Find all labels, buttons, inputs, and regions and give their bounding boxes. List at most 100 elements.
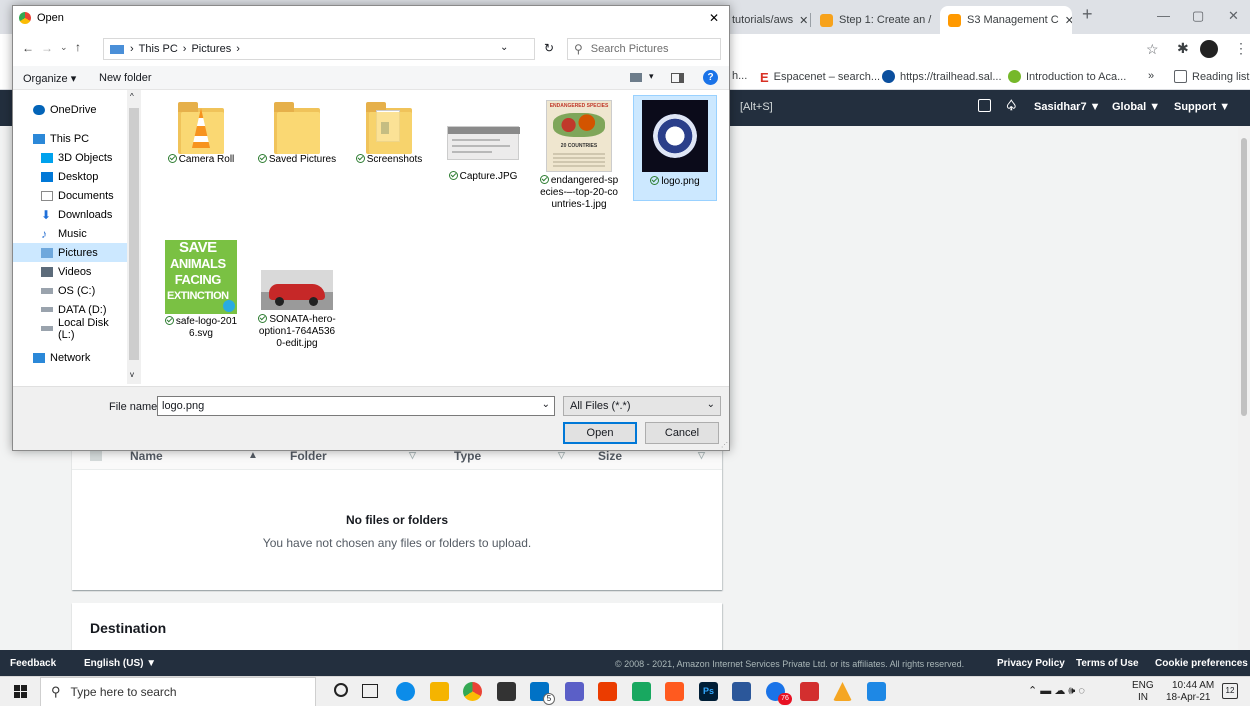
breadcrumb-this-pc[interactable]: This PC [139, 43, 178, 55]
file-item-endangered-species[interactable]: ENDANGERED SPECIES 20 COUNTRIES endanger… [537, 96, 621, 232]
scroll-down-icon[interactable]: v [130, 370, 134, 379]
menu-dots-icon[interactable]: ⋮ [1234, 40, 1248, 57]
sort-icon[interactable]: ▽ [409, 450, 416, 461]
help-icon[interactable]: ? [703, 70, 718, 85]
back-arrow-icon[interactable]: ← [22, 41, 34, 55]
nav-item-network[interactable]: Network [13, 348, 127, 367]
sort-icon[interactable]: ▽ [698, 450, 705, 461]
profile-avatar[interactable] [1200, 40, 1218, 58]
windows-start-icon[interactable] [14, 685, 27, 698]
clock-date[interactable]: 18-Apr-21 [1166, 692, 1210, 703]
nav-item-os-c[interactable]: OS (C:) [13, 281, 127, 300]
file-type-select[interactable]: All Files (*.*) ⌄ [563, 396, 721, 416]
system-tray-icons[interactable]: ⌃ ▬ ☁ 🕪 ◌ [1028, 684, 1085, 698]
powerpoint-icon[interactable] [598, 682, 617, 701]
close-icon[interactable]: ✕ [709, 11, 719, 25]
scrollbar-thumb[interactable] [1241, 138, 1247, 416]
sort-asc-icon[interactable]: ▲ [248, 450, 258, 461]
extensions-icon[interactable]: ✱ [1177, 40, 1189, 57]
new-folder-button[interactable]: New folder [99, 72, 152, 84]
cancel-button[interactable]: Cancel [645, 422, 719, 444]
view-dropdown-icon[interactable]: ▾ [649, 71, 654, 82]
nav-item-local-disk-l[interactable]: Local Disk (L:) [13, 317, 127, 341]
region-menu[interactable]: Global ▼ [1112, 101, 1160, 113]
nav-item-videos[interactable]: Videos [13, 262, 127, 281]
user-menu[interactable]: Sasidhar7 ▼ [1034, 101, 1101, 113]
breadcrumb-pictures[interactable]: Pictures [191, 43, 231, 55]
nav-item-pictures[interactable]: Pictures [13, 243, 127, 262]
address-dropdown-icon[interactable]: ⌄ [500, 42, 508, 53]
search-pictures-input[interactable]: ⚲ Search Pictures [567, 38, 721, 60]
new-tab-button[interactable]: + [1082, 4, 1093, 25]
resize-grip-icon[interactable]: ⋰ [721, 441, 728, 449]
clock-time[interactable]: 10:44 AM [1172, 680, 1214, 691]
open-button[interactable]: Open [563, 422, 637, 444]
up-arrow-icon[interactable]: ↑ [75, 40, 81, 54]
refresh-icon[interactable]: ↻ [544, 41, 554, 55]
privacy-policy-link[interactable]: Privacy Policy [997, 658, 1065, 669]
more-bookmarks-button[interactable]: » [1148, 70, 1154, 82]
nav-item-documents[interactable]: Documents [13, 186, 127, 205]
cookie-preferences-link[interactable]: Cookie preferences [1155, 658, 1248, 669]
task-view-icon[interactable] [362, 684, 378, 698]
support-menu[interactable]: Support ▼ [1174, 101, 1230, 113]
close-tab-icon[interactable]: ✕ [793, 14, 808, 27]
scroll-up-icon[interactable]: ^ [130, 92, 134, 101]
bookmark-item[interactable]: E Espacenet – search... [760, 70, 880, 85]
close-tab-icon[interactable]: ✕ [1059, 14, 1072, 27]
page-scrollbar[interactable] [1238, 126, 1250, 650]
address-box[interactable]: › This PC › Pictures › ⌄ [103, 38, 535, 60]
nav-item-onedrive[interactable]: OneDrive [13, 100, 127, 119]
cloudshell-icon[interactable] [978, 99, 991, 112]
language-indicator-bottom[interactable]: IN [1138, 692, 1148, 703]
scrollbar-thumb[interactable] [129, 108, 139, 360]
minimize-icon[interactable]: — [1157, 8, 1170, 23]
column-name[interactable]: Name [130, 449, 163, 463]
browser-tab[interactable]: tutorials/aws ✕ [724, 6, 808, 34]
bookmark-item[interactable]: Introduction to Aca... [1008, 70, 1126, 83]
bookmark-item[interactable]: https://trailhead.sal... [882, 70, 1002, 83]
close-tab-icon[interactable]: ✕ [931, 14, 938, 27]
taskbar-search-box[interactable]: ⚲ Type here to search [40, 677, 316, 706]
file-item-capture-jpg[interactable]: Capture.JPG [441, 96, 525, 184]
file-item-safe-logo-svg[interactable]: SAVE ANIMALS FACING EXTINCTION safe-logo… [159, 236, 243, 356]
notification-icon[interactable]: 12 [1222, 683, 1238, 699]
photoshop-icon[interactable]: Ps [699, 682, 718, 701]
browser-tab[interactable]: Step 1: Create an / ✕ [812, 6, 938, 34]
close-window-icon[interactable]: ✕ [1228, 8, 1239, 24]
file-name-input[interactable]: logo.png ⌄ [157, 396, 555, 416]
word-icon[interactable] [732, 682, 751, 701]
recent-locations-icon[interactable]: ⌄ [60, 42, 68, 53]
organize-button[interactable]: Organize ▾ [23, 72, 76, 85]
nav-scrollbar[interactable]: ^ v [127, 90, 141, 384]
reading-list-button[interactable]: Reading list [1174, 70, 1249, 83]
bell-icon[interactable]: ♤ [1005, 97, 1018, 114]
bookmark-item[interactable]: h... [732, 70, 747, 82]
terms-link[interactable]: Terms of Use [1076, 658, 1139, 669]
nav-item-desktop[interactable]: Desktop [13, 167, 127, 186]
view-options-icon[interactable] [630, 73, 642, 82]
nav-item-3d-objects[interactable]: 3D Objects [13, 148, 127, 167]
brave-icon[interactable] [665, 682, 684, 701]
office-icon[interactable] [565, 682, 584, 701]
spotify-icon[interactable] [632, 682, 651, 701]
chrome-icon[interactable] [463, 682, 482, 701]
browser-tab-active[interactable]: S3 Management C ✕ [940, 6, 1072, 34]
maximize-icon[interactable]: ▢ [1192, 8, 1204, 24]
preview-pane-icon[interactable] [671, 73, 684, 83]
nav-item-this-pc[interactable]: This PC [13, 129, 127, 148]
vlc-icon[interactable] [833, 682, 852, 701]
sort-icon[interactable]: ▽ [558, 450, 565, 461]
edge-icon[interactable] [396, 682, 415, 701]
nav-item-downloads[interactable]: ⬇ Downloads [13, 205, 127, 224]
language-selector[interactable]: English (US) ▼ [84, 658, 156, 669]
acrobat-icon[interactable] [800, 682, 819, 701]
file-item-logo-png[interactable]: logo.png [633, 95, 717, 201]
column-type[interactable]: Type [454, 449, 481, 463]
store-icon[interactable] [497, 682, 516, 701]
file-item-saved-pictures[interactable]: Saved Pictures [255, 96, 339, 184]
column-size[interactable]: Size [598, 449, 622, 463]
file-item-sonata-jpg[interactable]: SONATA-hero-option1-764A5360-edit.jpg [255, 236, 339, 356]
feedback-link[interactable]: Feedback [10, 658, 56, 669]
nav-item-music[interactable]: ♪ Music [13, 224, 127, 243]
